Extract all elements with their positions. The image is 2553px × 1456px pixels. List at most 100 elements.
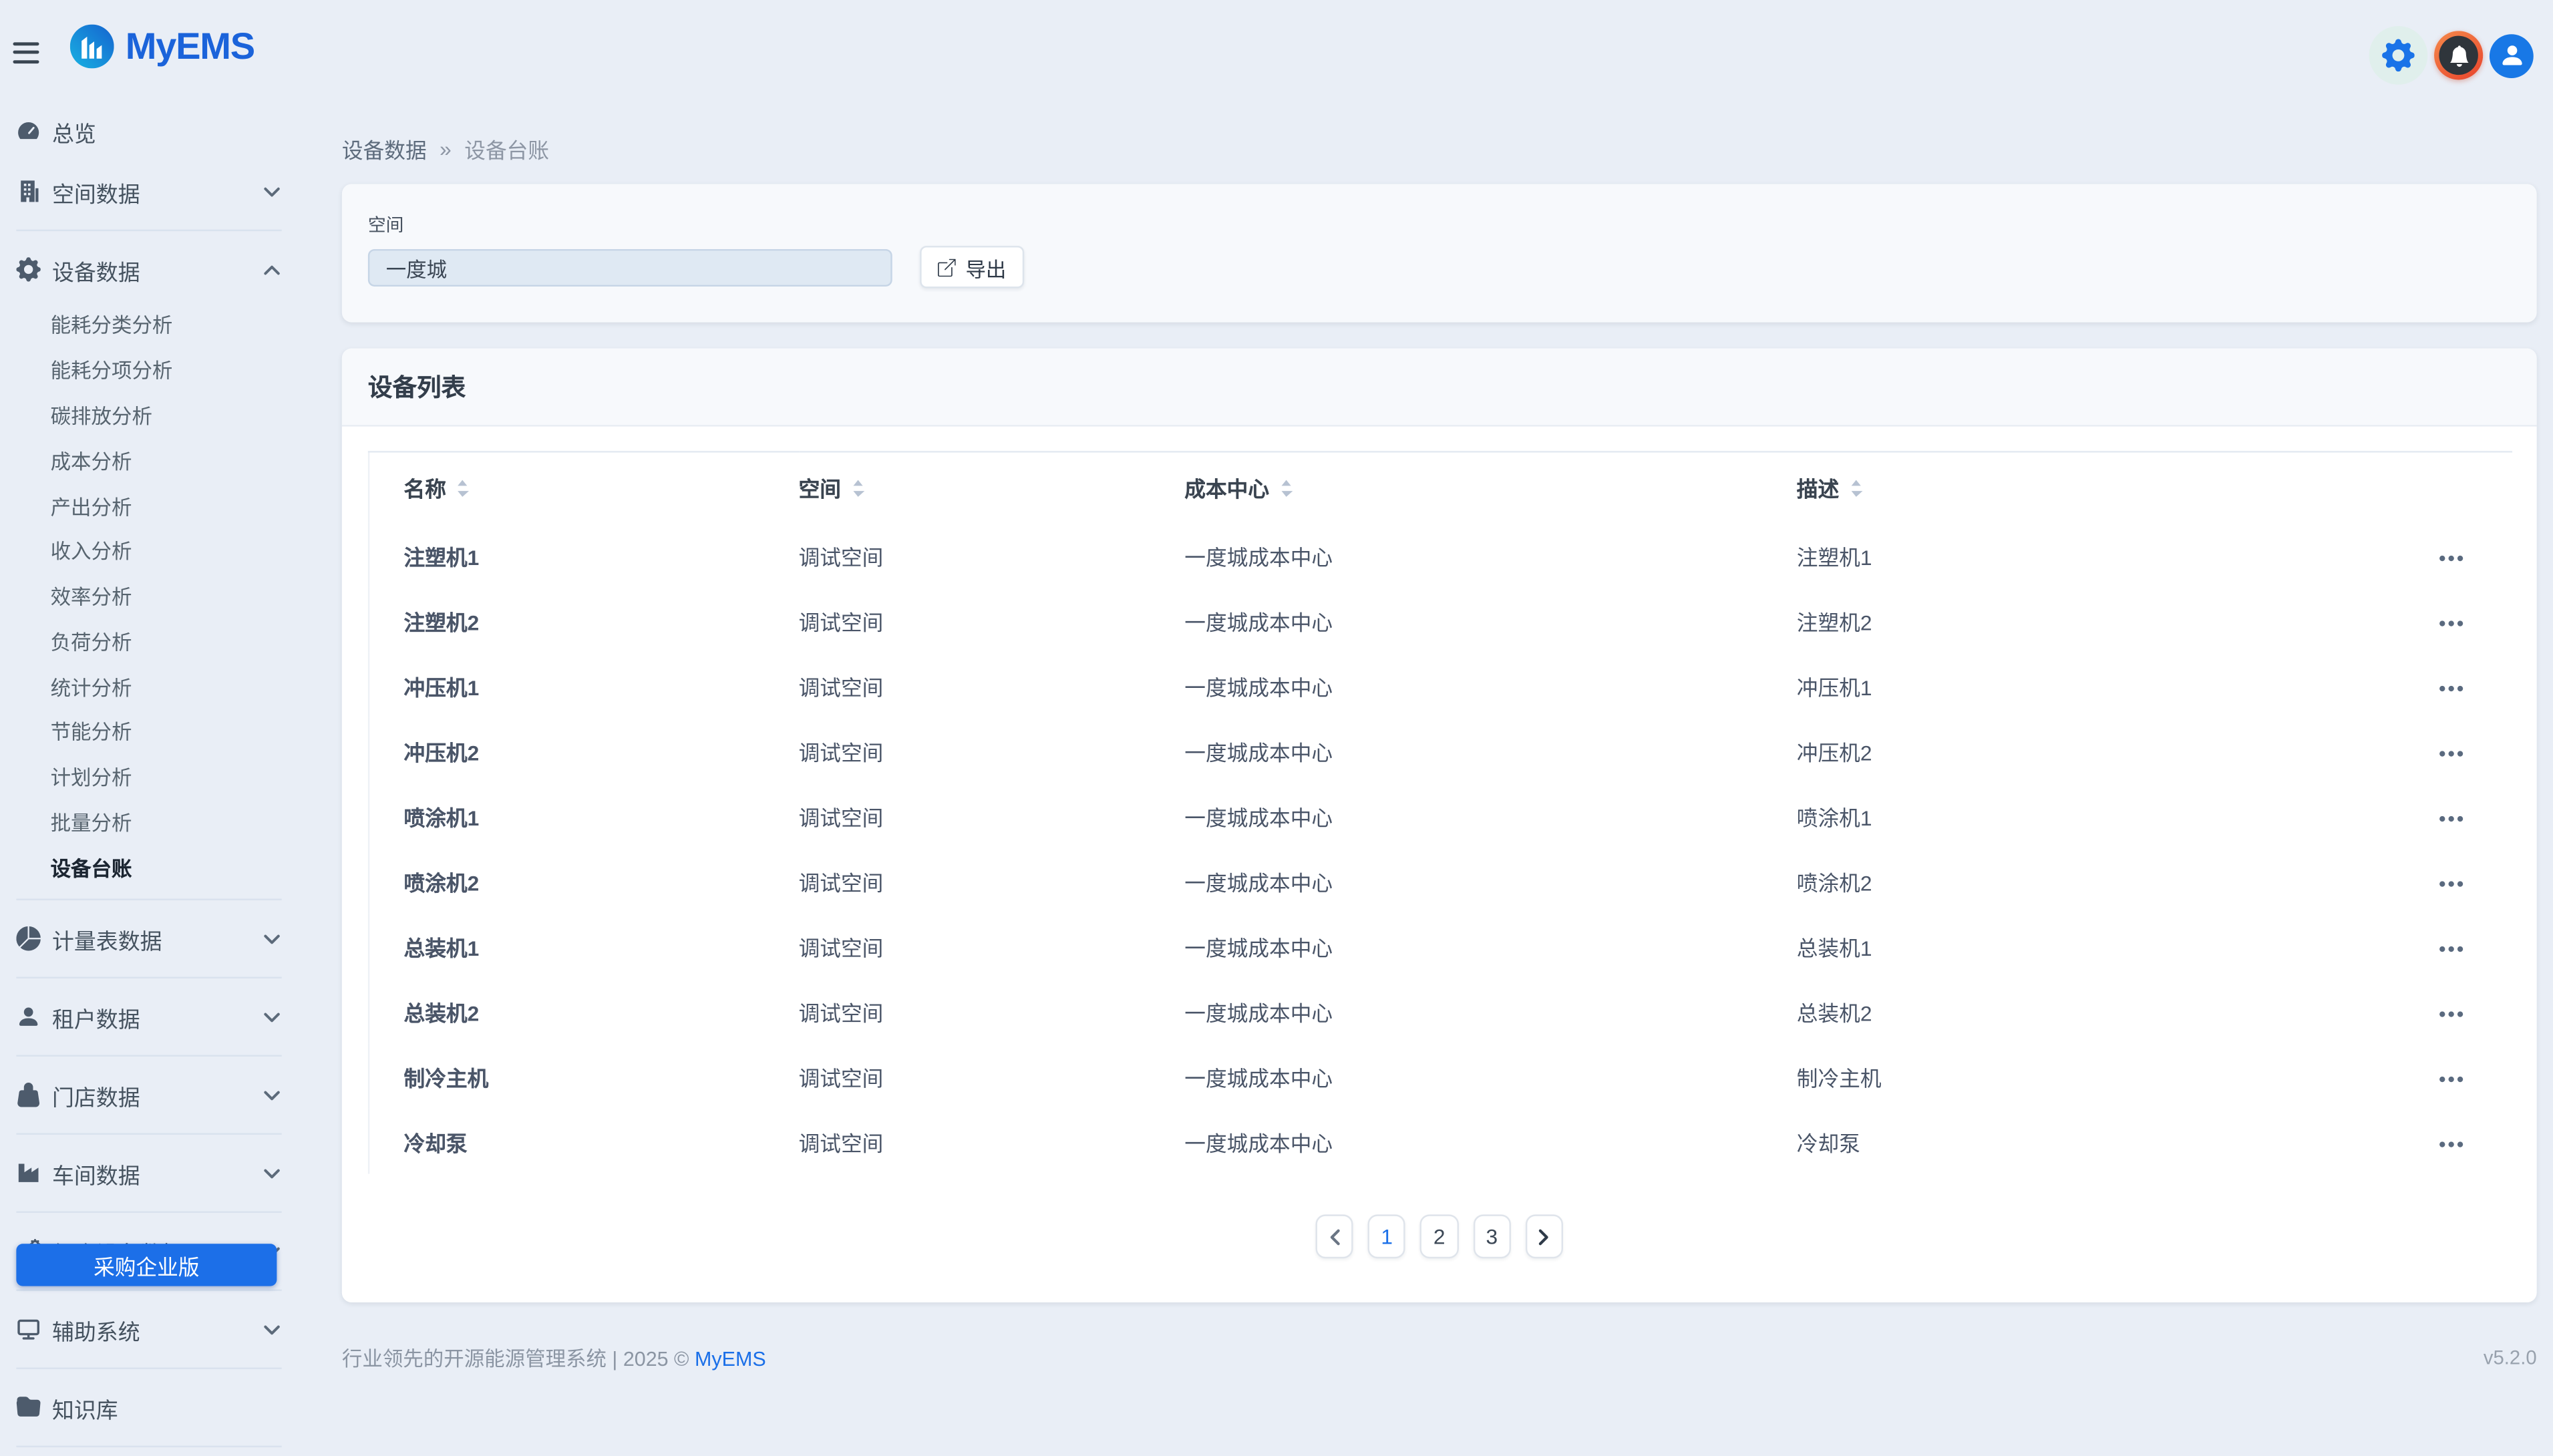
table-row[interactable]: 冲压机1 调试空间 一度城成本中心 冲压机1 (369, 653, 2512, 718)
app-version: v5.2.0 (2484, 1346, 2537, 1369)
device-table-body: 注塑机1 调试空间 一度城成本中心 注塑机1 注塑机2 调试空间 一度城成本中心… (369, 522, 2512, 1173)
row-actions-button[interactable] (2435, 1005, 2465, 1024)
column-header-name[interactable]: 名称 (404, 472, 470, 503)
row-actions-button[interactable] (2435, 1069, 2465, 1089)
sidebar-subitem[interactable]: 统计分析 (0, 663, 293, 709)
table-row[interactable]: 注塑机1 调试空间 一度城成本中心 注塑机1 (369, 522, 2512, 588)
pagination-page-button[interactable]: 3 (1473, 1214, 1511, 1258)
sidebar-subitem[interactable]: 计划分析 (0, 753, 293, 799)
sidebar-item-tenant-data[interactable]: 租户数据 (0, 987, 293, 1047)
row-actions-button[interactable] (2435, 679, 2465, 698)
sidebar-item-store-data[interactable]: 门店数据 (0, 1065, 293, 1125)
settings-button[interactable] (2369, 26, 2428, 85)
menu-toggle-button[interactable] (13, 42, 39, 63)
column-header-cost-center[interactable]: 成本中心 (1184, 472, 1292, 503)
sidebar-subitem[interactable]: 收入分析 (0, 528, 293, 573)
breadcrumb-current: 设备台账 (464, 134, 549, 164)
pagination-page-button[interactable]: 2 (1420, 1214, 1458, 1258)
column-header-description[interactable]: 描述 (1797, 472, 1862, 503)
sidebar-divider (16, 977, 281, 978)
sidebar-item-auxiliary-system[interactable]: 辅助系统 (0, 1300, 293, 1360)
monitor-icon (16, 1317, 41, 1342)
sidebar-subitem[interactable]: 能耗分项分析 (0, 347, 293, 392)
brand-logo[interactable]: MyEMS (70, 25, 254, 69)
sidebar-subitem[interactable]: 能耗分类分析 (0, 301, 293, 347)
cell-space: 调试空间 (799, 978, 1185, 1044)
footer-brand-link[interactable]: MyEMS (695, 1348, 766, 1371)
sidebar-subitem[interactable]: 设备台账 (0, 844, 293, 890)
chevron-right-icon (1539, 1228, 1549, 1244)
cell-description: 注塑机1 (1797, 522, 2435, 588)
row-actions-button[interactable] (2435, 1135, 2465, 1154)
breadcrumb: 设备数据 » 设备台账 (342, 134, 2537, 164)
pagination-page-button[interactable]: 1 (1368, 1214, 1406, 1258)
notifications-button[interactable] (2434, 31, 2483, 79)
hamburger-icon (13, 42, 39, 45)
sidebar-subitem[interactable]: 节能分析 (0, 708, 293, 753)
table-row[interactable]: 制冷主机 调试空间 一度城成本中心 制冷主机 (369, 1043, 2512, 1109)
cell-cost-center: 一度城成本中心 (1184, 848, 1797, 914)
sidebar-item-meter-data[interactable]: 计量表数据 (0, 909, 293, 969)
cell-name: 冲压机1 (369, 653, 799, 718)
space-input[interactable] (368, 248, 892, 286)
device-list-card-header: 设备列表 (342, 349, 2537, 427)
filter-card: 空间 导出 (342, 184, 2537, 322)
sidebar-item-equipment-data[interactable]: 设备数据 (0, 239, 293, 299)
cell-description: 喷涂机2 (1797, 848, 2435, 914)
sidebar-item-space-data[interactable]: 空间数据 (0, 161, 293, 221)
chevron-up-icon (264, 264, 280, 275)
pagination-prev-button[interactable] (1316, 1214, 1353, 1258)
chevron-down-icon (264, 1168, 280, 1178)
device-list-card-body: 名称 空间 成本中心 描述 注塑机1 调试空间 一度城成本中心 注塑机1 注塑机… (342, 427, 2537, 1302)
sort-icon (456, 478, 470, 497)
sidebar-item-shopfloor-data[interactable]: 车间数据 (0, 1143, 293, 1204)
sidebar-subitem[interactable]: 成本分析 (0, 437, 293, 482)
pagination: 123 (368, 1214, 2511, 1258)
export-button[interactable]: 导出 (920, 246, 1024, 288)
row-actions-button[interactable] (2435, 874, 2465, 894)
cell-name: 总装机1 (369, 913, 799, 978)
cell-name: 总装机2 (369, 978, 799, 1044)
cell-name: 冲压机2 (369, 718, 799, 783)
sidebar-subitem[interactable]: 负荷分析 (0, 618, 293, 663)
myems-app: MyEMS 总览 空间数据 设备数据 能耗分类 (0, 0, 2553, 1292)
row-actions-button[interactable] (2435, 614, 2465, 633)
sidebar-subitem[interactable]: 产出分析 (0, 482, 293, 528)
table-row[interactable]: 喷涂机2 调试空间 一度城成本中心 喷涂机2 (369, 848, 2512, 914)
sidebar-subitem[interactable]: 碳排放分析 (0, 391, 293, 437)
sort-icon (1849, 478, 1862, 497)
table-row[interactable]: 总装机2 调试空间 一度城成本中心 总装机2 (369, 978, 2512, 1044)
main-content: 设备数据 » 设备台账 空间 导出 设备列表 (342, 134, 2537, 1373)
sidebar-divider (16, 1212, 281, 1213)
bell-icon (2448, 45, 2470, 66)
footer-tagline: 行业领先的开源能源管理系统 | 2025 © MyEMS (342, 1342, 766, 1373)
user-avatar-button[interactable] (2490, 33, 2534, 77)
table-row[interactable]: 总装机1 调试空间 一度城成本中心 总装机1 (369, 913, 2512, 978)
device-table: 名称 空间 成本中心 描述 注塑机1 调试空间 一度城成本中心 注塑机1 注塑机… (368, 451, 2512, 1173)
cell-cost-center: 一度城成本中心 (1184, 1043, 1797, 1109)
sidebar-subitem[interactable]: 批量分析 (0, 799, 293, 844)
row-actions-button[interactable] (2435, 939, 2465, 958)
sidebar-subitem[interactable]: 效率分析 (0, 572, 293, 618)
table-row[interactable]: 冷却泵 调试空间 一度城成本中心 冷却泵 (369, 1109, 2512, 1174)
cell-space: 调试空间 (799, 783, 1185, 848)
pagination-next-button[interactable] (1526, 1214, 1563, 1258)
column-header-space[interactable]: 空间 (799, 472, 864, 503)
cell-cost-center: 一度城成本中心 (1184, 522, 1797, 588)
row-actions-button[interactable] (2435, 744, 2465, 763)
cell-name: 注塑机2 (369, 588, 799, 653)
breadcrumb-parent[interactable]: 设备数据 (342, 134, 427, 164)
table-row[interactable]: 冲压机2 调试空间 一度城成本中心 冲压机2 (369, 718, 2512, 783)
sidebar-item-knowledge-base[interactable]: 知识库 (0, 1378, 293, 1438)
cell-name: 制冷主机 (369, 1043, 799, 1109)
row-actions-button[interactable] (2435, 809, 2465, 828)
device-list-title: 设备列表 (368, 375, 466, 402)
buy-enterprise-button[interactable]: 采购企业版 (16, 1244, 277, 1286)
chevron-left-icon (1330, 1228, 1340, 1244)
table-row[interactable]: 喷涂机1 调试空间 一度城成本中心 喷涂机1 (369, 783, 2512, 848)
row-actions-button[interactable] (2435, 548, 2465, 568)
table-row[interactable]: 注塑机2 调试空间 一度城成本中心 注塑机2 (369, 588, 2512, 653)
ellipsis-icon (2438, 1141, 2463, 1148)
sidebar-item-dashboard[interactable]: 总览 (0, 101, 293, 161)
factory-icon (16, 1161, 41, 1186)
